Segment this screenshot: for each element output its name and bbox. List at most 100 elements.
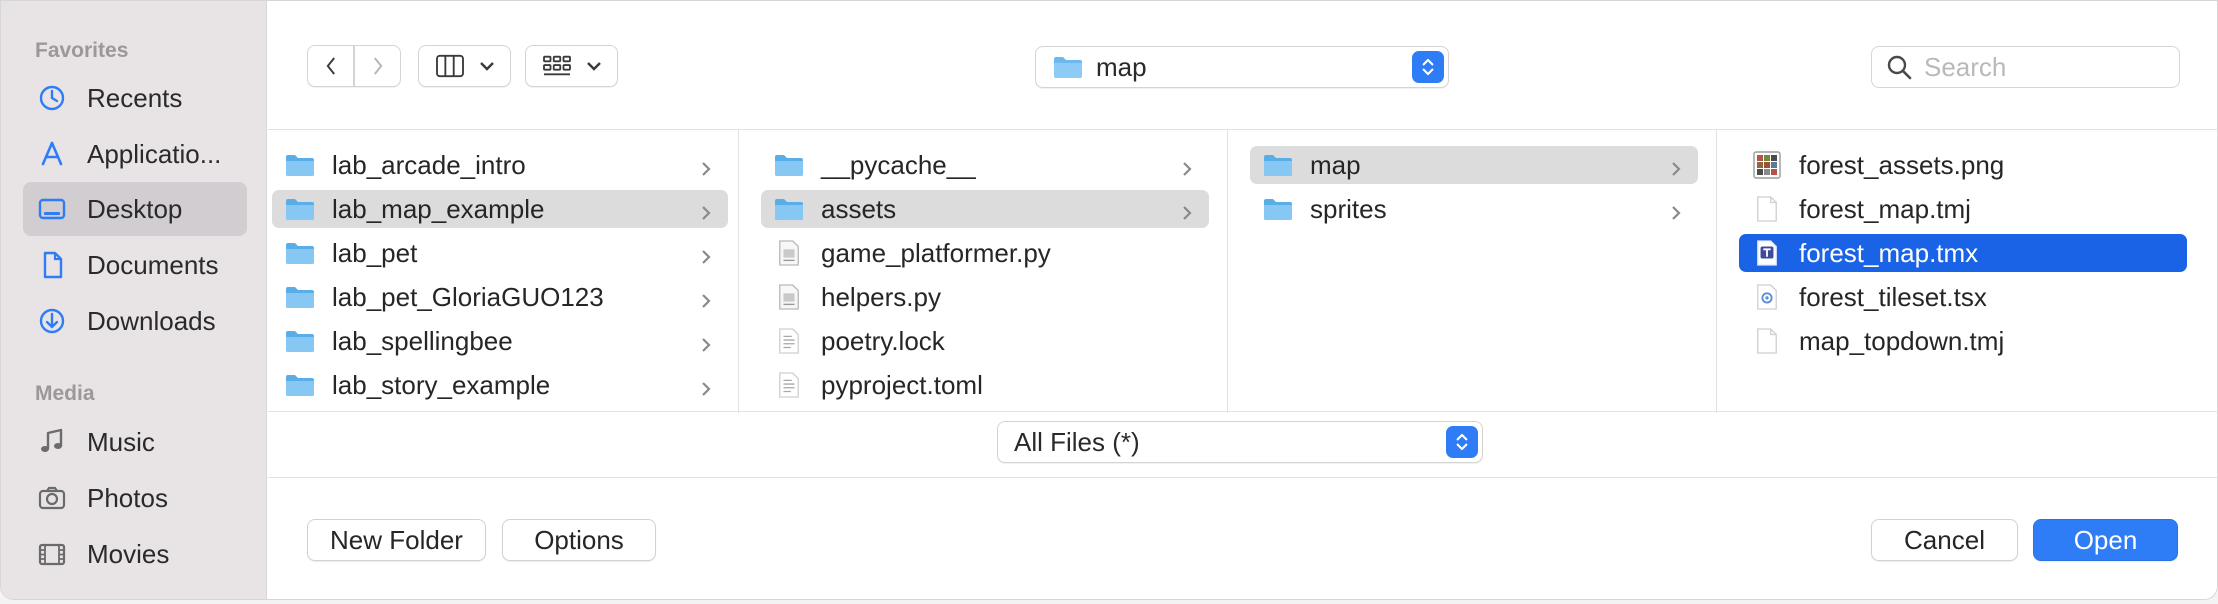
- file-row[interactable]: helpers.py: [761, 278, 1209, 316]
- chevron-right-icon: [696, 287, 716, 308]
- folder-row[interactable]: lab_map_example: [272, 190, 728, 228]
- camera-icon: [37, 483, 67, 513]
- file-row[interactable]: forest_map.tmx: [1739, 234, 2187, 272]
- music-note-icon: [37, 427, 67, 457]
- desktop-icon: [37, 194, 67, 224]
- chevron-right-icon: [696, 199, 716, 220]
- sidebar-item-label: Documents: [87, 249, 219, 280]
- open-button[interactable]: Open: [2033, 519, 2178, 561]
- file-row[interactable]: game_platformer.py: [761, 234, 1209, 272]
- sidebar-item-photos[interactable]: Photos: [23, 471, 247, 525]
- item-label: forest_map.tmj: [1799, 193, 1971, 224]
- sidebar-item-applications[interactable]: Applicatio...: [23, 127, 247, 181]
- forward-button[interactable]: [354, 45, 401, 87]
- python-file-icon: [773, 237, 805, 269]
- search-icon: [1887, 55, 1912, 80]
- blank-file-icon: [1751, 325, 1783, 357]
- grid-icon: [542, 55, 571, 76]
- item-label: game_platformer.py: [821, 237, 1051, 268]
- location-label: map: [1096, 51, 1147, 82]
- view-mode-button[interactable]: [418, 45, 511, 87]
- item-label: poetry.lock: [821, 325, 945, 356]
- sidebar-item-label: Recents: [87, 82, 183, 113]
- search-input[interactable]: [1924, 51, 2164, 83]
- column-3: map sprites: [1228, 130, 1717, 413]
- sidebar: Favorites Recents Applicatio... Desktop …: [1, 1, 267, 599]
- item-label: map: [1310, 149, 1361, 180]
- folder-icon: [284, 193, 316, 225]
- folder-icon: [284, 237, 316, 269]
- item-label: map_topdown.tmj: [1799, 325, 2005, 356]
- chevron-right-icon: [373, 57, 382, 75]
- group-by-button[interactable]: [525, 45, 618, 87]
- sidebar-item-downloads[interactable]: Downloads: [23, 294, 247, 348]
- applications-icon: [37, 139, 67, 169]
- file-row[interactable]: map_topdown.tmj: [1739, 322, 2187, 360]
- cancel-button[interactable]: Cancel: [1871, 519, 2018, 561]
- format-bar: All Files (*): [268, 412, 2217, 478]
- text-file-icon: [773, 325, 805, 357]
- item-label: forest_map.tmx: [1799, 237, 1979, 268]
- file-row[interactable]: forest_tileset.tsx: [1739, 278, 2187, 316]
- chevron-right-icon: [1666, 199, 1686, 220]
- folder-row[interactable]: lab_arcade_intro: [272, 146, 728, 184]
- item-label: lab_story_example: [332, 369, 551, 400]
- image-file-icon: [1751, 149, 1783, 181]
- chevron-down-icon: [586, 62, 601, 71]
- file-row[interactable]: forest_map.tmj: [1739, 190, 2187, 228]
- sidebar-item-label: Photos: [87, 482, 168, 513]
- options-button[interactable]: Options: [502, 519, 656, 561]
- new-folder-button[interactable]: New Folder: [307, 519, 486, 561]
- text-file-icon: [773, 369, 805, 401]
- search-field[interactable]: [1871, 46, 2180, 88]
- folder-row[interactable]: lab_spellingbee: [272, 322, 728, 360]
- folder-icon: [773, 149, 805, 181]
- sidebar-item-label: Music: [87, 426, 155, 457]
- file-row[interactable]: poetry.lock: [761, 322, 1209, 360]
- sidebar-heading-favorites: Favorites: [35, 39, 129, 62]
- sidebar-heading-media: Media: [35, 382, 95, 405]
- sidebar-item-music[interactable]: Music: [23, 415, 247, 469]
- sidebar-item-label: Desktop: [87, 193, 183, 224]
- location-popup[interactable]: map: [1035, 46, 1449, 88]
- column-2: __pycache__assets game_platformer.pyhelpe…: [739, 130, 1228, 413]
- sidebar-item-label: Movies: [87, 538, 170, 569]
- chevron-right-icon: [1177, 155, 1197, 176]
- item-label: pyproject.toml: [821, 369, 983, 400]
- folder-icon: [1054, 57, 1082, 78]
- chevron-right-icon: [696, 155, 716, 176]
- folder-row[interactable]: assets: [761, 190, 1209, 228]
- sidebar-item-movies[interactable]: Movies: [23, 527, 247, 581]
- chevron-down-icon: [479, 62, 494, 71]
- folder-row[interactable]: lab_story_example: [272, 366, 728, 404]
- updown-arrows-icon: [1446, 426, 1478, 458]
- sidebar-item-desktop[interactable]: Desktop: [23, 182, 247, 236]
- tmx-file-icon: [1751, 237, 1783, 269]
- chevron-right-icon: [1177, 199, 1197, 220]
- toolbar: map: [268, 1, 2217, 129]
- column-1: lab_arcade_intro lab_map_example lab_petla…: [268, 130, 739, 413]
- document-icon: [37, 250, 67, 280]
- file-format-label: All Files (*): [1014, 426, 1140, 457]
- sidebar-item-documents[interactable]: Documents: [23, 238, 247, 292]
- sidebar-item-recents[interactable]: Recents: [23, 71, 247, 125]
- folder-row[interactable]: lab_pet_GloriaGUO123: [272, 278, 728, 316]
- folder-row[interactable]: lab_pet: [272, 234, 728, 272]
- clock-icon: [37, 83, 67, 113]
- folder-row[interactable]: sprites: [1250, 190, 1698, 228]
- file-row[interactable]: pyproject.toml: [761, 366, 1209, 404]
- file-row[interactable]: forest_assets.png: [1739, 146, 2187, 184]
- folder-icon: [1262, 193, 1294, 225]
- item-label: forest_assets.png: [1799, 149, 2005, 180]
- sidebar-item-label: Applicatio...: [87, 138, 222, 169]
- file-format-popup[interactable]: All Files (*): [997, 421, 1483, 463]
- python-file-icon: [773, 281, 805, 313]
- item-label: lab_spellingbee: [332, 325, 513, 356]
- column-4: forest_assets.png forest_map.tmj forest_ma…: [1717, 130, 2217, 413]
- open-file-dialog: Favorites Recents Applicatio... Desktop …: [0, 0, 2218, 600]
- item-label: assets: [821, 193, 897, 224]
- chevron-right-icon: [696, 375, 716, 396]
- folder-row[interactable]: __pycache__: [761, 146, 1209, 184]
- folder-row[interactable]: map: [1250, 146, 1698, 184]
- back-button[interactable]: [307, 45, 354, 87]
